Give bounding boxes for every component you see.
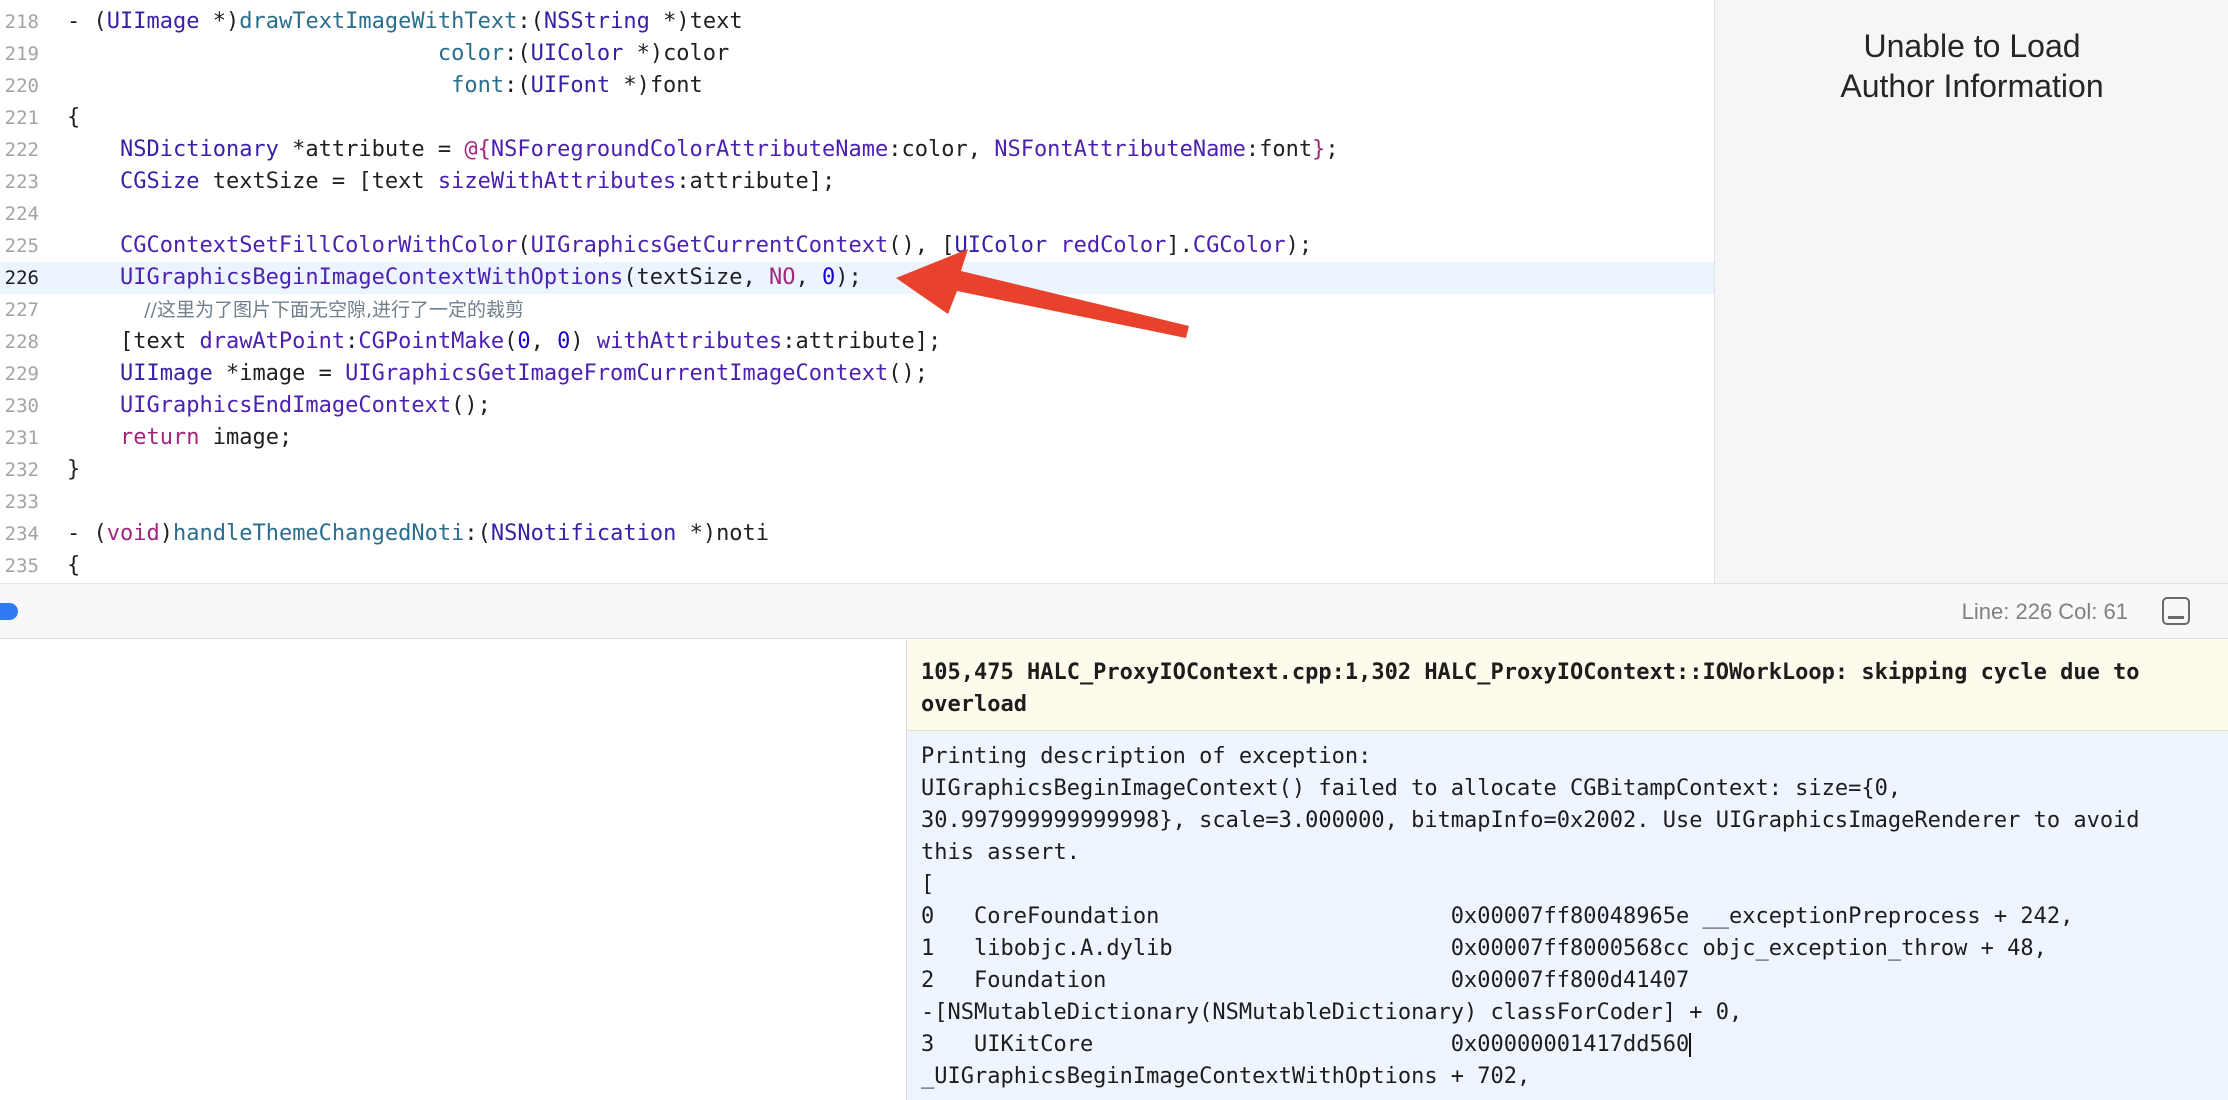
code-text[interactable]: font:(UIFont *)font <box>67 70 703 102</box>
code-editor[interactable]: 218 - (UIImage *)drawTextImageWithText:(… <box>0 0 1714 583</box>
editor-status-bar: Line: 226 Col: 61 <box>0 583 2228 639</box>
code-text[interactable]: [text drawAtPoint:CGPointMake(0, 0) with… <box>67 326 941 358</box>
line-number: 222 <box>4 139 39 161</box>
code-line[interactable]: 231 return image; <box>0 422 1714 454</box>
line-number: 226 <box>4 267 39 289</box>
code-text[interactable]: CGSize textSize = [text sizeWithAttribut… <box>67 166 835 198</box>
line-number: 229 <box>4 363 39 385</box>
code-text[interactable]: CGContextSetFillColorWithColor(UIGraphic… <box>67 230 1312 262</box>
line-number: 231 <box>4 427 39 449</box>
code-text[interactable]: return image; <box>67 422 292 454</box>
console-line: _UIGraphicsBeginImageContextWithOptions … <box>921 1064 1531 1089</box>
code-text[interactable]: NSDictionary *attribute = @{NSForeground… <box>67 134 1339 166</box>
console-line: [ <box>921 872 935 897</box>
console-line: UIGraphicsBeginImageContext() failed to … <box>921 776 1902 801</box>
code-text[interactable]: { <box>67 102 80 134</box>
debug-indicator-tab[interactable] <box>0 603 18 620</box>
code-line[interactable]: 220 font:(UIFont *)font <box>0 70 1714 102</box>
line-number: 233 <box>4 491 39 513</box>
console-line: this assert. <box>921 840 1080 865</box>
code-line[interactable]: 229 UIImage *image = UIGraphicsGetImageF… <box>0 358 1714 390</box>
code-text[interactable]: - (void)handleThemeChangedNoti:(NSNotifi… <box>67 518 769 550</box>
console-line: Printing description of exception: <box>921 744 1372 769</box>
console-warning-message: 105,475 HALC_ProxyIOContext.cpp:1,302 HA… <box>907 640 2228 731</box>
code-line[interactable]: 219 color:(UIColor *)color <box>0 38 1714 70</box>
code-comment[interactable]: //这里为了图片下面无空隙,进行了一定的裁剪 <box>67 294 524 326</box>
line-number: 225 <box>4 235 39 257</box>
code-line[interactable]: 224 <box>0 198 1714 230</box>
code-line[interactable]: 221 { <box>0 102 1714 134</box>
code-text[interactable]: UIGraphicsEndImageContext(); <box>67 390 491 422</box>
line-number: 218 <box>4 11 39 33</box>
author-info-message: Unable to Load Author Information <box>1715 26 2228 106</box>
code-line[interactable]: 228 [text drawAtPoint:CGPointMake(0, 0) … <box>0 326 1714 358</box>
comment-text: //这里为了图片下面无空隙,进行了一定的裁剪 <box>119 299 524 321</box>
line-col-indicator: Line: 226 Col: 61 <box>1961 599 2128 624</box>
author-msg-line2: Author Information <box>1840 68 2104 104</box>
console-line: 30.997999999999998}, scale=3.000000, bit… <box>921 808 2140 833</box>
code-line[interactable]: 235 { <box>0 550 1714 582</box>
code-line[interactable]: 230 UIGraphicsEndImageContext(); <box>0 390 1714 422</box>
code-line[interactable]: 218 - (UIImage *)drawTextImageWithText:(… <box>0 6 1714 38</box>
code-text[interactable]: { <box>67 550 80 582</box>
line-number: 223 <box>4 171 39 193</box>
console-line: 0 CoreFoundation 0x00007ff80048965e __ex… <box>921 904 2074 929</box>
console-line: -[NSMutableDictionary(NSMutableDictionar… <box>921 1000 1743 1025</box>
text-caret <box>1689 1033 1692 1057</box>
console-line: 2 Foundation 0x00007ff800d41407 <box>921 968 1690 993</box>
code-line[interactable]: 232 } <box>0 454 1714 486</box>
code-text[interactable]: UIGraphicsBeginImageContextWithOptions(t… <box>67 262 862 294</box>
code-text[interactable]: } <box>67 454 80 486</box>
line-number: 234 <box>4 523 39 545</box>
variables-view[interactable] <box>0 640 906 1100</box>
authors-inspector-pane: Unable to Load Author Information <box>1714 0 2228 583</box>
author-msg-line1: Unable to Load <box>1863 28 2081 64</box>
code-text[interactable]: - (UIImage *)drawTextImageWithText:(NSSt… <box>67 6 743 38</box>
code-line[interactable]: 222 NSDictionary *attribute = @{NSForegr… <box>0 134 1714 166</box>
code-line[interactable]: 223 CGSize textSize = [text sizeWithAttr… <box>0 166 1714 198</box>
code-line[interactable]: 234 - (void)handleThemeChangedNoti:(NSNo… <box>0 518 1714 550</box>
line-number: 224 <box>4 203 39 225</box>
code-line[interactable]: 233 <box>0 486 1714 518</box>
code-text[interactable]: UIImage *image = UIGraphicsGetImageFromC… <box>67 358 928 390</box>
console-line-with-caret: 3 UIKitCore 0x00000001417dd560 <box>921 1029 2221 1061</box>
line-number: 235 <box>4 555 39 577</box>
line-number: 230 <box>4 395 39 417</box>
code-line[interactable]: 227 //这里为了图片下面无空隙,进行了一定的裁剪 <box>0 294 1714 326</box>
debug-console[interactable]: 105,475 HALC_ProxyIOContext.cpp:1,302 HA… <box>906 640 2228 1100</box>
hide-debug-area-icon[interactable] <box>2162 597 2190 625</box>
line-number: 232 <box>4 459 39 481</box>
line-number: 227 <box>4 299 39 321</box>
code-text[interactable]: color:(UIColor *)color <box>67 38 729 70</box>
line-number: 219 <box>4 43 39 65</box>
line-number: 221 <box>4 107 39 129</box>
console-line-text: 3 UIKitCore 0x00000001417dd560 <box>921 1032 1690 1057</box>
code-line-current[interactable]: 226 UIGraphicsBeginImageContextWithOptio… <box>0 262 1714 294</box>
line-number: 220 <box>4 75 39 97</box>
console-output[interactable]: Printing description of exception: UIGra… <box>921 741 2221 1093</box>
console-line: 1 libobjc.A.dylib 0x00007ff8000568cc obj… <box>921 936 2047 961</box>
line-number: 228 <box>4 331 39 353</box>
code-line[interactable]: 225 CGContextSetFillColorWithColor(UIGra… <box>0 230 1714 262</box>
